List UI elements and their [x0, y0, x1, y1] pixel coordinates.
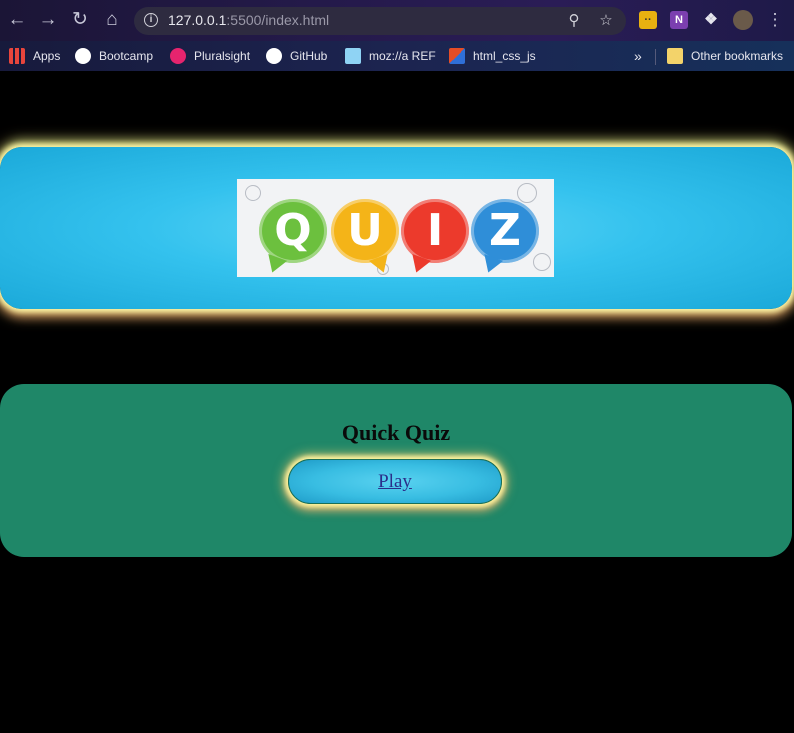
- globe-icon: [75, 48, 91, 64]
- quiz-panel: Quick Quiz Play: [0, 384, 792, 557]
- bookmark-mozilla-ref[interactable]: moz://a REF: [345, 46, 436, 66]
- hero-banner: Q U I Z: [0, 147, 792, 309]
- reload-icon[interactable]: ↻: [68, 8, 92, 32]
- play-link[interactable]: Play: [378, 471, 412, 492]
- bookmark-label: Apps: [33, 49, 61, 63]
- bookmark-label: Bootcamp: [99, 49, 154, 63]
- address-url[interactable]: 127.0.0.1:5500/index.html: [168, 12, 329, 28]
- menu-kebab-icon[interactable]: ⋮: [763, 8, 787, 32]
- bookmark-html-css-js[interactable]: html_css_js: [449, 46, 536, 66]
- bookmark-label: Other bookmarks: [691, 49, 784, 63]
- quiz-logo-image: Q U I Z: [237, 179, 554, 277]
- zoom-icon[interactable]: ⚲: [564, 11, 584, 31]
- bookmark-star-icon[interactable]: ☆: [596, 11, 616, 31]
- site-info-icon[interactable]: i: [144, 13, 158, 27]
- html-css-icon: [449, 48, 465, 64]
- onenote-icon[interactable]: N: [670, 11, 688, 29]
- forward-arrow-icon[interactable]: →: [36, 8, 60, 32]
- logo-bubble-q: Q: [259, 199, 327, 263]
- profile-avatar[interactable]: [733, 10, 753, 30]
- browser-toolbar: ← → ↻ ⌂ i 127.0.0.1:5500/index.html ⚲ ☆ …: [0, 0, 794, 41]
- doodle-decoration: [517, 183, 537, 203]
- more-bookmarks-chevron-icon[interactable]: »: [634, 46, 642, 66]
- folder-icon: [667, 48, 683, 64]
- bookmarks-divider: [655, 49, 656, 65]
- github-icon: [266, 48, 282, 64]
- mdn-icon: [345, 48, 361, 64]
- pluralsight-icon: [170, 48, 186, 64]
- logo-bubble-u: U: [331, 199, 399, 263]
- bookmark-other[interactable]: Other bookmarks: [667, 46, 783, 66]
- bookmark-label: moz://a REF: [369, 49, 436, 63]
- bookmark-label: GitHub: [290, 49, 328, 63]
- bookmarks-bar: Apps Bootcamp Pluralsight GitHub moz://a…: [0, 41, 794, 71]
- back-arrow-icon[interactable]: ←: [5, 8, 29, 32]
- bookmark-apps[interactable]: Apps: [9, 46, 60, 66]
- bookmark-github[interactable]: GitHub: [266, 46, 327, 66]
- extension-notes-icon[interactable]: ··: [639, 11, 657, 29]
- apps-grid-icon: [9, 48, 25, 64]
- bookmark-bootcamp[interactable]: Bootcamp: [75, 46, 153, 66]
- doodle-decoration: [245, 185, 261, 201]
- address-bar[interactable]: i 127.0.0.1:5500/index.html ⚲ ☆: [134, 7, 626, 35]
- logo-bubble-i: I: [401, 199, 469, 263]
- doodle-decoration: [533, 253, 551, 271]
- home-icon[interactable]: ⌂: [100, 8, 124, 32]
- extensions-puzzle-icon[interactable]: ❖: [702, 11, 720, 29]
- logo-bubble-z: Z: [471, 199, 539, 263]
- bookmark-pluralsight[interactable]: Pluralsight: [170, 46, 250, 66]
- bookmark-label: html_css_js: [473, 49, 536, 63]
- bookmark-label: Pluralsight: [194, 49, 251, 63]
- quiz-title: Quick Quiz: [341, 420, 451, 445]
- play-button[interactable]: Play: [288, 459, 502, 504]
